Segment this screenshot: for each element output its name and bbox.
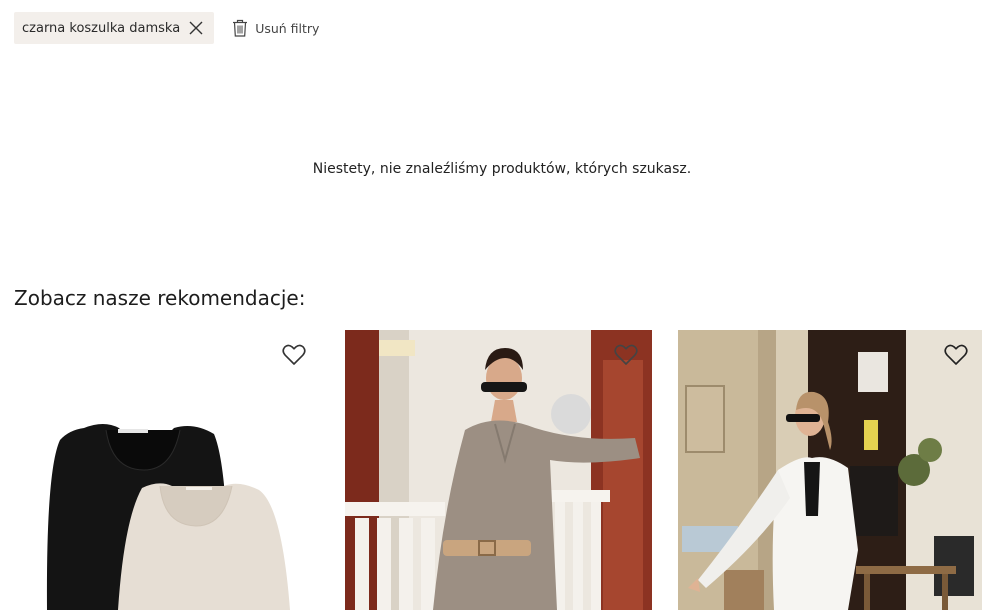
recommendations-title: Zobacz nasze rekomendacje: <box>14 286 306 310</box>
product-card[interactable] <box>345 330 652 610</box>
filter-chip-label: czarna koszulka damska <box>22 20 181 36</box>
clear-filters-button[interactable]: Usuń filtry <box>232 19 319 37</box>
product-card[interactable] <box>14 330 320 610</box>
trash-icon <box>232 19 248 37</box>
clear-filters-label: Usuń filtry <box>255 20 320 36</box>
filter-chip[interactable]: czarna koszulka damska <box>14 12 215 44</box>
close-icon[interactable] <box>188 20 204 36</box>
heart-outline-icon[interactable] <box>282 344 306 366</box>
product-image[interactable] <box>345 330 652 610</box>
product-image[interactable] <box>14 330 320 610</box>
heart-outline-icon[interactable] <box>614 344 638 366</box>
product-image[interactable] <box>678 330 982 610</box>
heart-outline-icon[interactable] <box>944 344 968 366</box>
active-filters-bar: czarna koszulka damska Usuń filtry <box>14 12 319 44</box>
no-results-message: Niestety, nie znaleźliśmy produktów, któ… <box>312 161 692 177</box>
product-card[interactable] <box>678 330 982 610</box>
